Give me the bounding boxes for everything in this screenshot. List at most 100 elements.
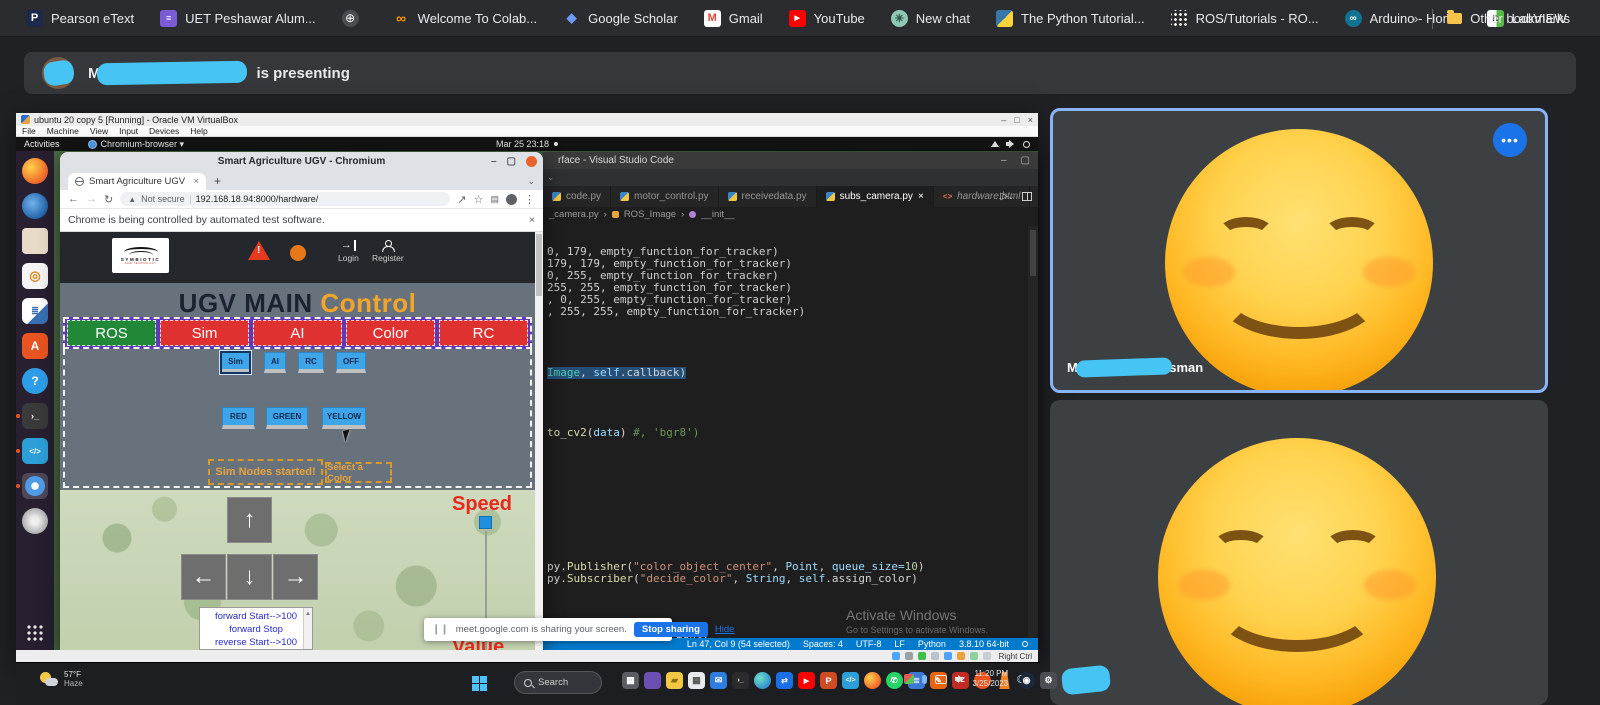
status-python-interpreter[interactable]: 3.8.10 64-bit: [959, 639, 1009, 649]
vm-menu-view[interactable]: View: [90, 126, 108, 136]
nav-tab-ai[interactable]: AI: [253, 320, 342, 346]
focus-assist-moon-icon[interactable]: ☾: [1016, 673, 1026, 686]
tray-app-icon[interactable]: [903, 674, 914, 684]
status-cursor-position[interactable]: Ln 47, Col 9 (54 selected): [687, 639, 790, 649]
edge-icon[interactable]: [754, 672, 771, 689]
activities-button[interactable]: Activities: [24, 139, 60, 149]
hide-button[interactable]: Hide: [715, 624, 735, 635]
other-bookmarks-button[interactable]: Other bookmarks: [1447, 10, 1570, 26]
speaker-icon[interactable]: [954, 675, 965, 683]
cast-icon[interactable]: [934, 674, 947, 684]
firefox-icon[interactable]: [22, 158, 48, 184]
list-scrollbar[interactable]: ▲: [303, 608, 312, 649]
stop-sharing-button[interactable]: Stop sharing: [633, 622, 708, 637]
reading-list-icon[interactable]: ▤: [490, 194, 499, 205]
chromium-minimize-button[interactable]: –: [491, 156, 497, 167]
bookmark-ros[interactable]: ROS/Tutorials - RO...: [1170, 9, 1319, 27]
bookmark-star-icon[interactable]: ☆: [474, 193, 484, 206]
firefox-icon[interactable]: [864, 672, 881, 689]
split-editor-icon[interactable]: [1022, 192, 1032, 201]
arrow-up-button[interactable]: ↑: [227, 497, 272, 543]
tile-more-options-button[interactable]: •••: [1493, 123, 1527, 157]
task-view-icon[interactable]: ▦: [622, 672, 639, 689]
show-applications-icon[interactable]: [26, 624, 44, 642]
color-button-red[interactable]: RED: [222, 407, 255, 429]
breadcrumb-file[interactable]: _camera.py: [549, 209, 599, 220]
taskbar-weather-widget[interactable]: 57°F Haze: [40, 670, 83, 688]
disc-icon[interactable]: [22, 508, 48, 534]
settings-gear-icon[interactable]: ⚙: [1040, 672, 1057, 689]
rhythmbox-icon[interactable]: ◎: [22, 263, 48, 289]
youtube-icon[interactable]: ▶: [798, 672, 815, 689]
notifications-bell-icon[interactable]: [1022, 641, 1028, 647]
editor-scrollbar[interactable]: [1028, 226, 1038, 638]
teamviewer-icon[interactable]: ⇄: [776, 672, 793, 689]
vscode-minimize-button[interactable]: –: [1001, 155, 1007, 166]
app-icon-light[interactable]: ▦: [688, 672, 705, 689]
tray-overflow-chevron[interactable]: ∧: [889, 674, 896, 685]
chromium-close-button[interactable]: [526, 155, 537, 167]
status-indentation[interactable]: Spaces: 4: [803, 639, 843, 649]
vscode-maximize-button[interactable]: ▢: [1021, 155, 1030, 166]
bookmarks-overflow-chevron[interactable]: »: [1411, 11, 1418, 26]
forward-button[interactable]: →: [86, 193, 97, 205]
breadcrumbs[interactable]: _camera.py › ROS_Image › __init__: [543, 207, 1038, 222]
nav-tab-ros[interactable]: ROS: [67, 320, 156, 346]
bookmark-youtube[interactable]: ▶ YouTube: [788, 9, 865, 27]
nav-tab-color[interactable]: Color: [346, 320, 435, 346]
terminal-icon[interactable]: ›_: [16, 403, 48, 429]
alert-triangle-icon[interactable]: [248, 241, 270, 260]
not-secure-label[interactable]: Not secure: [141, 194, 185, 204]
nav-tab-sim[interactable]: Sim: [160, 320, 249, 346]
thunderbird-icon[interactable]: [22, 193, 48, 219]
vm-menu-devices[interactable]: Devices: [149, 126, 179, 136]
arrow-down-button[interactable]: ↓: [227, 554, 272, 600]
vm-maximize-button[interactable]: □: [1014, 115, 1019, 125]
bookmark-pearson[interactable]: P Pearson eText: [26, 9, 134, 27]
run-button[interactable]: ▷⌄: [1000, 191, 1014, 202]
address-bar[interactable]: ▲ Not secure 192.168.18.94:8000/hardware…: [120, 192, 451, 206]
breadcrumb-class[interactable]: ROS_Image: [624, 209, 676, 220]
arrow-left-button[interactable]: ←: [181, 554, 226, 600]
files-icon[interactable]: [22, 228, 48, 254]
status-language[interactable]: Python: [918, 639, 946, 649]
chromium-dock-icon[interactable]: [16, 473, 48, 499]
tab-subs-camera-py[interactable]: subs_camera.py ×: [816, 186, 934, 207]
powerpoint-icon[interactable]: P: [820, 672, 837, 689]
bookmark-gmail[interactable]: M Gmail: [703, 9, 763, 27]
vm-menu-help[interactable]: Help: [190, 126, 207, 136]
tab-close-icon[interactable]: ×: [193, 176, 199, 187]
bookmark-globe[interactable]: ⊕: [341, 9, 367, 27]
ubuntu-clock[interactable]: Mar 25 23:18: [496, 139, 559, 149]
menu-dots-icon[interactable]: ⋮: [524, 193, 535, 206]
login-button[interactable]: → Login: [338, 240, 359, 264]
libreoffice-writer-icon[interactable]: ≣: [22, 298, 48, 324]
back-button[interactable]: ←: [68, 193, 79, 205]
tab-close-icon[interactable]: ×: [918, 191, 924, 202]
status-eol[interactable]: LF: [894, 639, 905, 649]
status-circle-icon[interactable]: [290, 245, 306, 261]
system-tray-icons[interactable]: [991, 140, 1030, 148]
vm-close-button[interactable]: ×: [1028, 115, 1033, 125]
vm-menu-machine[interactable]: Machine: [47, 126, 79, 136]
nav-tab-rc[interactable]: RC: [439, 320, 528, 346]
vscode-code-layer[interactable]: 0, 179, empty_function_for_tracker) 179, …: [543, 226, 1038, 638]
register-button[interactable]: Register: [372, 240, 404, 263]
bookmark-colab[interactable]: ∞ Welcome To Colab...: [393, 10, 537, 27]
pen-mic-icon[interactable]: [921, 674, 927, 684]
bookmark-uet[interactable]: ≡ UET Peshawar Alum...: [160, 9, 316, 27]
mode-button-off[interactable]: OFF: [336, 352, 366, 373]
new-tab-button[interactable]: +: [214, 174, 221, 188]
reload-button[interactable]: ↻: [104, 193, 113, 206]
color-button-green[interactable]: GREEN: [266, 407, 308, 429]
vm-minimize-button[interactable]: –: [1001, 115, 1006, 125]
tab-motor-control-py[interactable]: motor_control.py: [611, 186, 719, 207]
app-menu[interactable]: Chromium-browser ▾: [87, 139, 184, 150]
tab-search-chevron[interactable]: ⌄: [527, 176, 535, 187]
chromium-maximize-button[interactable]: ▢: [507, 156, 516, 167]
profile-avatar-icon[interactable]: [506, 193, 517, 205]
tab-code-py[interactable]: code.py: [543, 186, 612, 207]
arrow-right-button[interactable]: →: [273, 554, 318, 600]
mode-button-ai[interactable]: AI: [264, 352, 286, 373]
tab-receivedata-py[interactable]: receivedata.py: [719, 186, 817, 207]
